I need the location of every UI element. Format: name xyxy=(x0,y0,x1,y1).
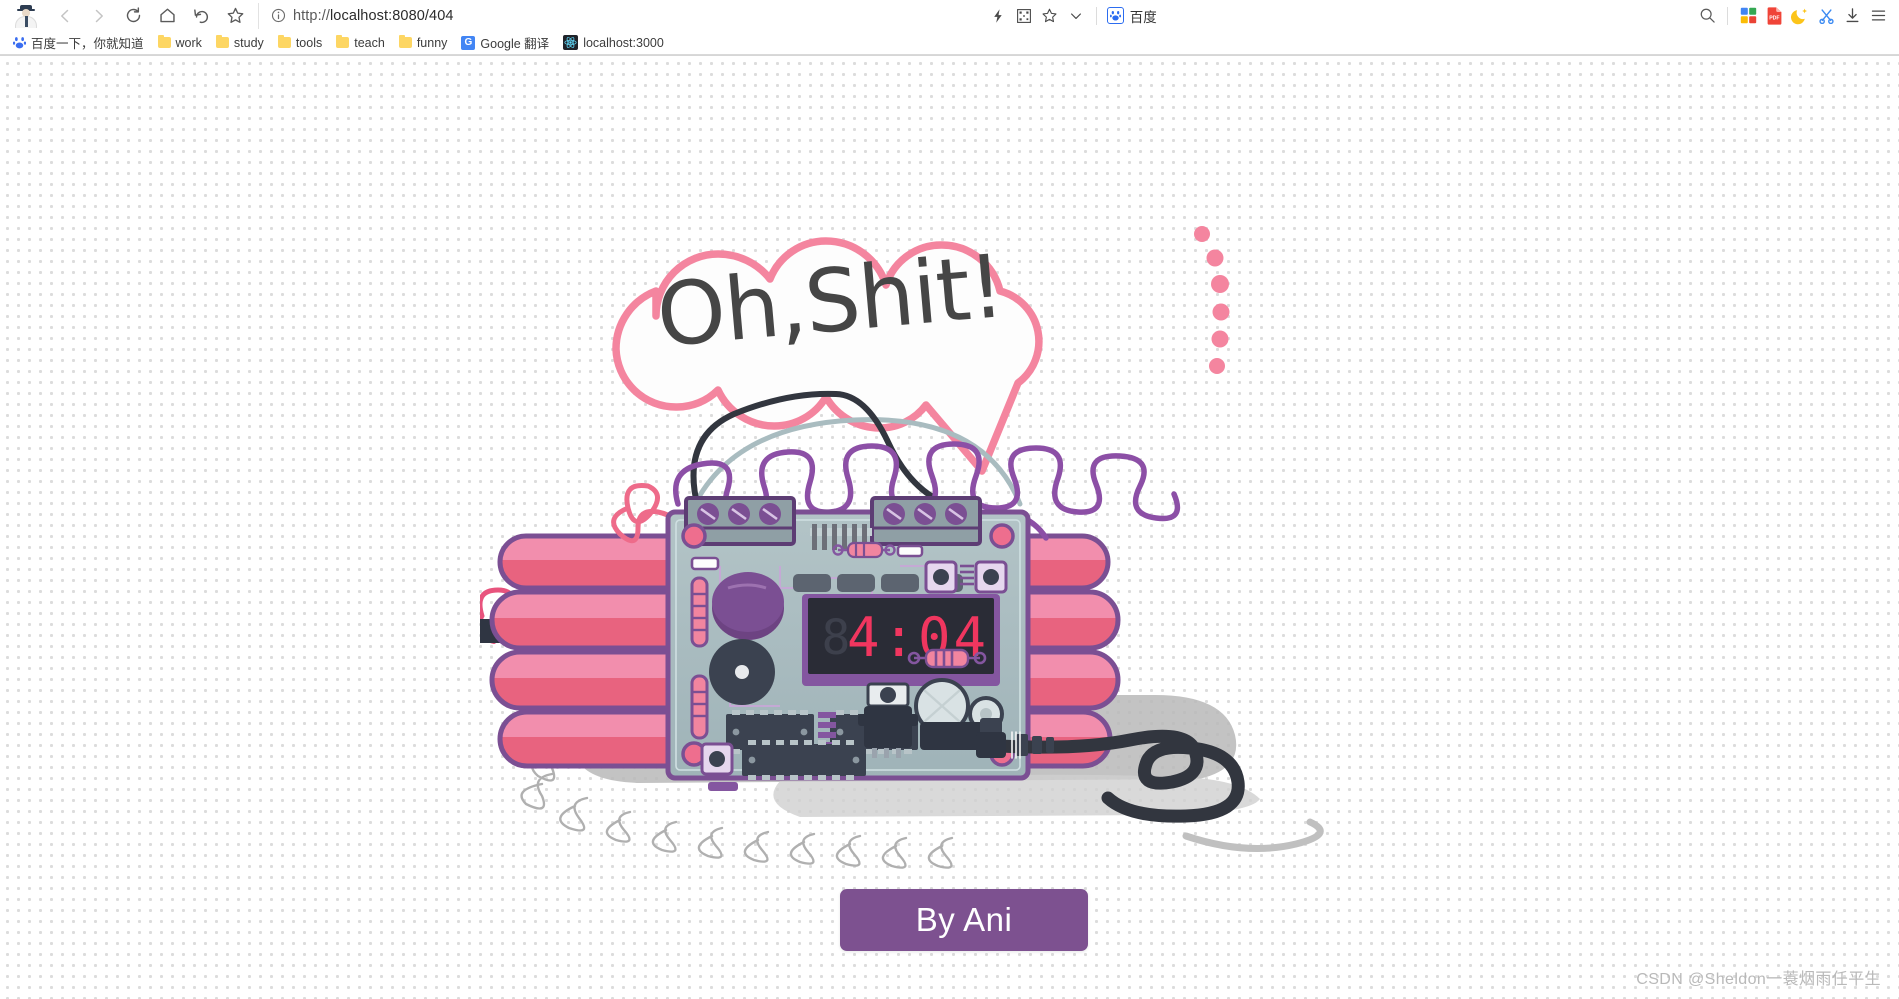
toolbar-divider xyxy=(1095,6,1097,25)
chevron-down-icon[interactable] xyxy=(1063,3,1089,29)
ic-chip-bottom xyxy=(742,740,866,780)
star-outline-icon xyxy=(227,7,243,24)
home-icon xyxy=(159,8,175,23)
chevron-left-icon xyxy=(61,9,69,22)
terminal-block-right xyxy=(870,496,982,546)
address-bar-url[interactable]: http://localhost:8080/404 xyxy=(293,8,454,24)
bookmark-label: funny xyxy=(416,35,448,50)
tactile-switch-bottom xyxy=(700,742,734,776)
mount-pad xyxy=(681,523,707,549)
folder-icon xyxy=(157,35,171,48)
reload-button[interactable] xyxy=(116,2,150,30)
reload-icon xyxy=(126,7,140,23)
folder-icon xyxy=(336,35,350,48)
bookmark-label: localhost:3000 xyxy=(583,35,664,50)
bookmark-item-teach[interactable]: teach xyxy=(330,34,393,52)
menu-icon[interactable] xyxy=(1865,3,1891,29)
bookmark-label: teach xyxy=(354,35,385,50)
screenshot-scissors-icon[interactable] xyxy=(1813,3,1839,29)
bookmark-item-work[interactable]: work xyxy=(152,34,210,52)
undo-arrow-icon xyxy=(193,9,208,24)
search-icon[interactable] xyxy=(1694,3,1720,29)
csdn-watermark: CSDN @Sheldon一蓑烟雨任平生 xyxy=(1636,971,1881,988)
svg-text:PDF: PDF xyxy=(1769,15,1779,21)
bookmarks-bar: 百度一下，你就知道 work study tools teach funny G… xyxy=(0,31,1899,55)
folder-icon xyxy=(277,35,291,48)
home-button[interactable] xyxy=(150,2,184,30)
history-button[interactable] xyxy=(184,2,218,30)
browser-toolbar: http://localhost:8080/404 百度 PDF xyxy=(0,0,1899,31)
speech-bubble: Oh,Shit! xyxy=(612,235,1043,475)
profile-avatar-button[interactable] xyxy=(4,2,48,30)
pdf-icon[interactable]: PDF xyxy=(1761,3,1787,29)
extensions-icon[interactable] xyxy=(1735,3,1761,29)
bookmark-item-study[interactable]: study xyxy=(210,34,272,52)
page-content-404: Oh,Shit! 8 4:04 By Ani CSDN @Sheldon一蓑烟雨… xyxy=(0,56,1899,999)
address-bar[interactable]: http://localhost:8080/404 xyxy=(258,2,454,29)
bookmark-label: tools xyxy=(295,35,323,50)
to220-transistor xyxy=(858,682,918,758)
qr-code-icon[interactable] xyxy=(1011,3,1037,29)
bookmark-item-localhost-3000[interactable]: localhost:3000 xyxy=(557,33,672,52)
baidu-paw-icon xyxy=(12,35,26,50)
toolbar-divider-2 xyxy=(1727,6,1728,25)
circuit-board: 8 4:04 xyxy=(665,496,1031,791)
folder-icon xyxy=(215,35,229,48)
back-button[interactable] xyxy=(48,2,82,30)
bookmark-item-google-translate[interactable]: G Google 翻译 xyxy=(455,31,557,54)
google-translate-icon: G xyxy=(461,35,476,50)
night-mode-icon[interactable] xyxy=(1787,3,1813,29)
bomb-illustration: Oh,Shit! 8 4:04 xyxy=(480,206,1420,986)
led-display: 8 4:04 xyxy=(802,594,1000,686)
react-icon xyxy=(563,35,579,50)
chevron-right-icon xyxy=(95,9,103,22)
by-ani-label: By Ani xyxy=(915,901,1013,938)
bubble-dots xyxy=(1194,226,1230,374)
star-outline-icon[interactable] xyxy=(1037,3,1063,29)
browser-chrome: http://localhost:8080/404 百度 PDF 百度一下，你就… xyxy=(0,0,1899,56)
bookmark-star-button[interactable] xyxy=(218,2,252,30)
forward-button[interactable] xyxy=(82,2,116,30)
bookmark-label: Google 翻译 xyxy=(480,37,550,51)
bookmark-label: work xyxy=(175,35,202,50)
bookmark-label: 百度一下，你就知道 xyxy=(31,37,144,51)
url-rest: localhost:8080/404 xyxy=(329,7,454,24)
bookmark-item-funny[interactable]: funny xyxy=(393,34,456,52)
by-ani-button[interactable]: By Ani xyxy=(840,889,1088,951)
folder-icon xyxy=(398,35,412,48)
mount-pad xyxy=(989,523,1015,549)
rotary-knob xyxy=(712,572,784,640)
info-circle-icon[interactable] xyxy=(271,8,286,23)
speaker-disc xyxy=(709,639,775,705)
bookmark-item-tools[interactable]: tools xyxy=(272,34,330,52)
search-engine-chip[interactable]: 百度 xyxy=(1104,4,1163,28)
baidu-paw-icon xyxy=(1106,7,1124,24)
url-scheme: http:// xyxy=(293,7,330,24)
lightning-icon[interactable] xyxy=(985,3,1011,29)
download-icon[interactable] xyxy=(1839,3,1865,29)
search-engine-label: 百度 xyxy=(1129,9,1157,25)
bookmark-label: study xyxy=(233,35,264,50)
bookmark-item-baidu[interactable]: 百度一下，你就知道 xyxy=(6,31,152,54)
user-avatar-icon xyxy=(14,4,38,28)
